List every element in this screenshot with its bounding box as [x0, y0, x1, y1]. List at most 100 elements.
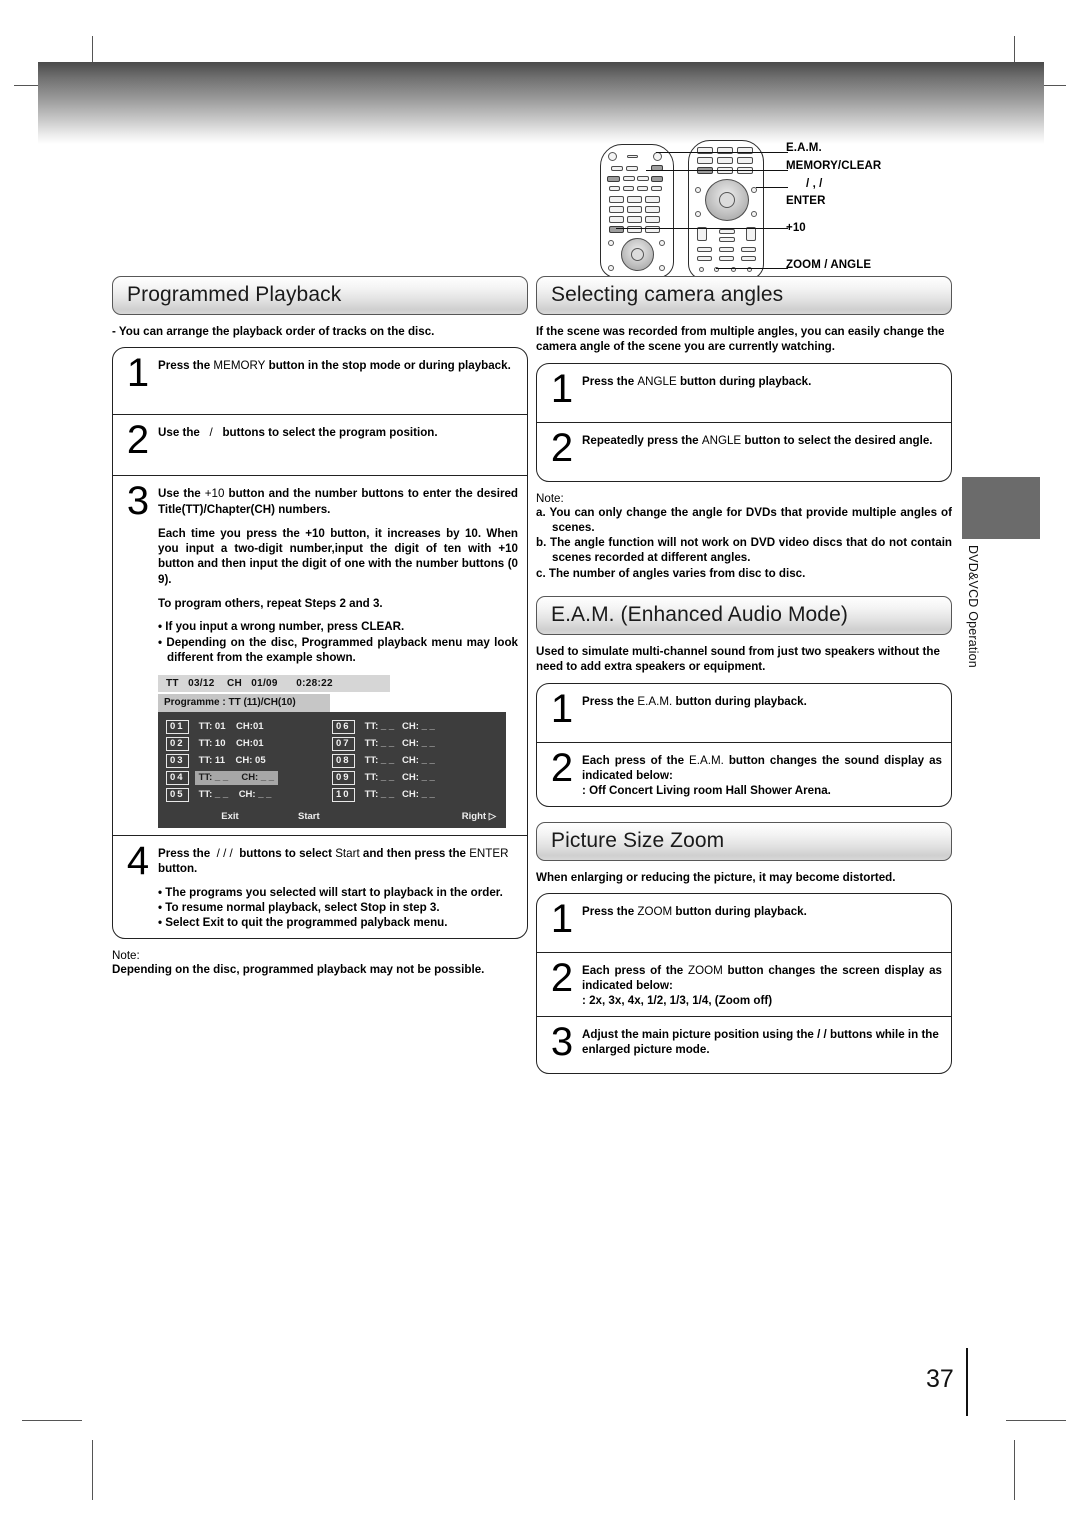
- step-number: 1: [550, 686, 574, 731]
- remote-btn: [741, 247, 756, 252]
- number-btn: [645, 216, 660, 223]
- step-text: Use the +10 button and the number button…: [158, 483, 518, 829]
- osd-row-index: 01: [166, 720, 189, 735]
- osd-programme-line: Programme : TT (11)/CH(10): [158, 694, 330, 712]
- osd-row-text: TT: _ _ CH: _ _: [364, 788, 435, 800]
- eam-modes-list: : Off Concert Living room Hall Shower Ar…: [582, 784, 831, 798]
- step-number: 2: [550, 745, 574, 790]
- remote-small-circle-icon: [659, 240, 665, 246]
- remote-small-circle-icon: [659, 265, 665, 271]
- note-item: a. You can only change the angle for DVD…: [536, 505, 952, 534]
- bullet-item: • If you input a wrong number, press CLE…: [158, 620, 405, 634]
- osd-status-bar: TT 03/12 CH 01/09 0:28:22: [158, 675, 390, 693]
- step-text: Repeatedly press the ANGLE button to sel…: [582, 433, 933, 447]
- callout-plus10: +10: [786, 222, 806, 234]
- osd-row[interactable]: 06 TT: _ _ CH: _ _: [332, 719, 498, 736]
- step-3: 3 Use the +10 button and the number butt…: [113, 475, 527, 835]
- programmed-playback-steps: 1 Press the MEMORY button in the stop mo…: [112, 347, 528, 939]
- page-number-rule: [966, 1348, 968, 1416]
- osd-row-index: 06: [332, 720, 355, 735]
- osd-row-text: TT: 01 CH:01: [198, 720, 264, 732]
- eam-lead: Used to simulate multi-channel sound fro…: [536, 645, 940, 674]
- picture-zoom-lead: When enlarging or reducing the picture, …: [536, 870, 896, 884]
- osd-row-text: TT: _ _ CH: _ _: [364, 720, 435, 732]
- osd-row-index: 10: [332, 788, 355, 803]
- camera-angles-note-head: Note:: [536, 491, 564, 505]
- osd-row[interactable]: 08 TT: _ _ CH: _ _: [332, 753, 498, 770]
- remote-small-circle-icon: [751, 211, 757, 217]
- eam-steps: 1 Press the E.A.M. button during playbac…: [536, 682, 952, 807]
- osd-row-index: 04: [166, 771, 189, 786]
- number-btn: [609, 216, 624, 223]
- step-3-paragraph-2: To program others, repeat Steps 2 and 3.: [158, 597, 383, 611]
- step-text: Adjust the main picture position using t…: [582, 1027, 939, 1057]
- osd-tt-value: 03/12: [188, 678, 215, 690]
- osd-row-text: TT: 11 CH: 05: [198, 754, 266, 766]
- osd-footer: Exit Start Right ▷: [158, 807, 506, 829]
- osd-row[interactable]: 10 TT: _ _ CH: _ _: [332, 787, 498, 804]
- remote-btn: [637, 186, 648, 191]
- number-btn: [609, 196, 624, 203]
- callout-line-zoom-angle: [716, 268, 788, 270]
- arrow-keys-keyword: / / /: [216, 847, 233, 861]
- remote-btn: [637, 176, 649, 181]
- step-1: 1 Press the MEMORY button in the stop mo…: [113, 348, 527, 414]
- memory-keyword: MEMORY: [213, 359, 266, 373]
- callout-line-memory-clear: [646, 170, 788, 172]
- remote-btn: [623, 186, 634, 191]
- osd-row[interactable]: 01 TT: 01 CH:01: [166, 719, 332, 736]
- camera-angles-note-list: a. You can only change the angle for DVD…: [536, 505, 952, 581]
- section-title-camera-angles: Selecting camera angles: [536, 276, 952, 315]
- number-btn: [627, 216, 642, 223]
- step-text: Press the ANGLE button during playback.: [582, 374, 812, 388]
- step-text: Press the / / / buttons to select Start …: [158, 843, 518, 930]
- remote-btn: [626, 166, 638, 171]
- osd-row-selected[interactable]: 04 TT: _ _ CH: _ _: [166, 770, 332, 787]
- number-btn: [627, 196, 642, 203]
- remote-btn: [697, 157, 713, 164]
- direction-pad-center-icon: [631, 248, 644, 261]
- osd-ch-value: 01/09: [251, 678, 278, 690]
- osd-time: 0:28:22: [296, 678, 333, 690]
- picture-zoom-steps: 1 Press the ZOOM button during playback.…: [536, 892, 952, 1074]
- osd-start-button[interactable]: Start: [298, 811, 400, 824]
- osd-column-right: 06 TT: _ _ CH: _ _ 07 TT: _ _ CH: _ _ 08 TT…: [332, 719, 498, 804]
- bullet-item: • The programs you selected will start t…: [158, 885, 503, 899]
- osd-row-index: 09: [332, 771, 355, 786]
- camera-angles-lead: If the scene was recorded from multiple …: [536, 325, 945, 354]
- bullet-item: • Depending on the disc, Programmed play…: [158, 635, 518, 664]
- remote-small-circle-icon: [608, 265, 614, 271]
- osd-row[interactable]: 03 TT: 11 CH: 05: [166, 753, 332, 770]
- step-4-bullets: • The programs you selected will start t…: [158, 885, 518, 931]
- osd-ch-label: CH: [226, 678, 242, 690]
- memory-clear-button-highlight: [607, 176, 620, 182]
- osd-row[interactable]: 07 TT: _ _ CH: _ _: [332, 736, 498, 753]
- section-title-eam: E.A.M. (Enhanced Audio Mode): [536, 596, 952, 636]
- step-number: 2: [550, 955, 574, 1000]
- step-3-paragraph-1: Each time you press the +10 button, it i…: [158, 526, 518, 586]
- osd-row[interactable]: 09 TT: _ _ CH: _ _: [332, 770, 498, 787]
- step-number: 4: [126, 839, 150, 884]
- step-2: 2 Use the / buttons to select the progra…: [113, 414, 527, 475]
- osd-row-index: 03: [166, 754, 189, 769]
- side-tab-block: [962, 477, 1040, 539]
- remote-small-circle-icon: [695, 211, 701, 217]
- top-gradient-banner: [38, 62, 1044, 144]
- callout-eam: E.A.M.: [786, 142, 822, 154]
- step-number: 3: [550, 1019, 574, 1064]
- crop-mark-bottom-right: [1014, 1440, 1015, 1500]
- number-btn: [609, 206, 624, 213]
- remote-btn-highlight: [651, 176, 663, 182]
- step-number: 3: [126, 479, 150, 524]
- osd-row[interactable]: 05 TT: _ _ CH: _ _: [166, 787, 332, 804]
- step-number: 2: [550, 425, 574, 470]
- osd-exit-button[interactable]: Exit: [162, 811, 298, 824]
- left-column: Programmed Playback - You can arrange th…: [112, 276, 528, 977]
- osd-right-button[interactable]: Right ▷: [400, 811, 502, 824]
- osd-row[interactable]: 02 TT: 10 CH:01: [166, 736, 332, 753]
- step-2: 2 Each press of the E.A.M. button change…: [537, 741, 951, 806]
- section-title-programmed-playback: Programmed Playback: [112, 276, 528, 315]
- remote-btn: [651, 186, 662, 191]
- osd-row-index: 07: [332, 737, 355, 752]
- osd-row-text: TT: _ _ CH: _ _: [364, 754, 435, 766]
